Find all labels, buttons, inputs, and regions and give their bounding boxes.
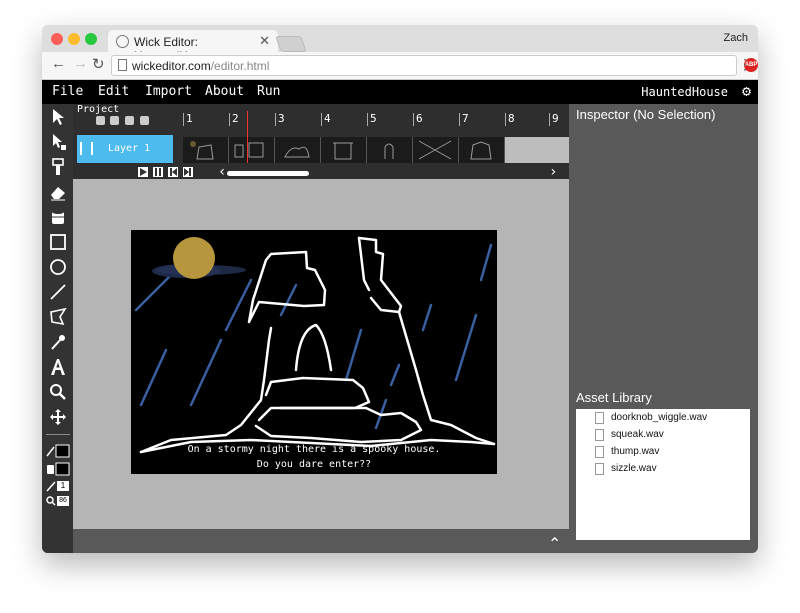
scroll-right-icon[interactable]: › [549,164,557,180]
eraser-icon[interactable] [49,183,67,201]
url-text: wickeditor.com/editor.html [132,59,270,73]
playhead[interactable] [247,111,248,163]
haunted-house-drawing[interactable]: On a stormy night there is a spooky hous… [131,230,497,474]
delete-layer-icon[interactable] [110,116,119,125]
stage-caption-line-2: Do you dare enter?? [257,459,371,470]
line-icon[interactable] [49,283,67,301]
frame-thumbnail[interactable] [183,137,229,163]
file-icon [595,463,604,475]
add-layer-icon[interactable] [96,116,105,125]
browser-window: Wick Editor: HauntedHouse ✕ Zach ← → ↻ w… [42,25,758,553]
cursor-icon[interactable] [49,108,67,126]
line-width-value[interactable]: 1 [57,481,69,491]
frame-number[interactable]: 5 [367,113,377,126]
chevron-up-icon[interactable]: ⌃ [548,534,561,553]
wick-editor: File Edit Import About Run HauntedHouse … [42,80,758,553]
minimize-window-button[interactable] [68,33,80,45]
page-icon [118,59,127,71]
pause-icon[interactable] [153,167,163,177]
stage-area: On a stormy night there is a spooky hous… [73,179,569,529]
rectangle-icon[interactable] [49,233,67,251]
frame-track [183,137,569,163]
new-tab-button[interactable] [275,36,307,52]
menu-run[interactable]: Run [257,84,280,99]
back-icon[interactable]: ← [51,55,66,72]
step-back-icon[interactable] [168,167,178,177]
frame-thumbnail[interactable] [459,137,505,163]
menu-edit[interactable]: Edit [98,84,129,99]
zoom-icon[interactable] [49,383,67,401]
frame-number[interactable]: 2 [229,113,239,126]
frame-thumbnail[interactable] [413,137,459,163]
pen-icon[interactable] [49,308,67,326]
onion-skin-icon[interactable] [125,116,134,125]
zoom-value[interactable]: 86 [57,496,69,506]
scroll-left-icon[interactable]: ‹ [218,164,226,180]
frame-thumbnail[interactable] [321,137,367,163]
timeline-zoom-icon[interactable] [140,116,149,125]
paintbrush-icon[interactable] [49,158,67,176]
asset-library-list: doorknob_wiggle.wav squeak.wav thump.wav… [576,409,750,540]
frame-thumbnail[interactable] [367,137,413,163]
pan-icon[interactable] [49,408,67,426]
menu-file[interactable]: File [52,84,83,99]
timeline-project-label: Project [77,104,120,115]
gear-icon[interactable]: ⚙ [742,82,751,100]
frame-number[interactable]: 6 [413,113,423,126]
file-icon [595,429,604,441]
frame-number[interactable]: 4 [321,113,331,126]
timeline-panel: Project 1 2 3 4 5 6 7 8 9 Layer 1 ‹ › [73,104,569,180]
address-bar: ← → ↻ wickeditor.com/editor.html ABP ⋮ [42,52,758,80]
reload-icon[interactable]: ↻ [92,55,105,73]
stage-canvas[interactable]: On a stormy night there is a spooky hous… [131,230,497,474]
frame-thumbnail[interactable] [229,137,275,163]
timeline-scrollbar-thumb[interactable] [227,171,309,176]
tab-close-icon[interactable]: ✕ [259,33,270,49]
fill-bucket-icon[interactable] [49,208,67,226]
fill-color-swatch[interactable] [46,462,70,476]
zoom-level-icon [46,496,56,506]
asset-library-title: Asset Library [576,390,652,405]
frame-number[interactable]: 1 [183,113,193,126]
toolbar-divider [46,434,70,435]
menu-about[interactable]: About [205,84,244,99]
browser-menu-icon[interactable]: ⋮ [738,56,752,73]
tab-strip: Wick Editor: HauntedHouse ✕ Zach [42,25,758,63]
menu-import[interactable]: Import [145,84,192,99]
stage-caption-line-1: On a stormy night there is a spooky hous… [188,444,441,455]
project-name: HauntedHouse [641,85,728,99]
browser-tab[interactable]: Wick Editor: HauntedHouse ✕ [108,30,278,63]
line-width-icon [46,481,56,492]
inspector-title: Inspector (No Selection) [576,107,716,122]
file-icon [595,446,604,458]
brush-select-icon[interactable] [49,133,67,151]
frame-number[interactable]: 8 [505,113,515,126]
file-icon [595,412,604,424]
text-icon[interactable] [49,358,67,376]
menu-bar: File Edit Import About Run HauntedHouse … [42,80,758,104]
layer-name: Layer 1 [108,143,151,154]
stroke-color-swatch[interactable] [46,444,70,458]
close-window-button[interactable] [51,33,63,45]
forward-icon[interactable]: → [73,55,88,72]
tool-bar: 1 86 [42,104,73,553]
frame-thumbnail[interactable] [275,137,321,163]
favicon-icon [116,35,129,48]
ellipse-icon[interactable] [49,258,67,276]
drag-handle-icon[interactable] [80,142,93,155]
frame-number[interactable]: 3 [275,113,285,126]
url-field[interactable]: wickeditor.com/editor.html ABP [111,55,758,76]
layer-row[interactable]: Layer 1 [77,135,173,163]
maximize-window-button[interactable] [85,33,97,45]
frame-number[interactable]: 9 [549,113,559,126]
step-forward-icon[interactable] [183,167,193,177]
frame-number[interactable]: 7 [459,113,469,126]
profile-name[interactable]: Zach [724,32,748,44]
eyedropper-icon[interactable] [49,333,67,351]
play-icon[interactable] [138,167,148,177]
